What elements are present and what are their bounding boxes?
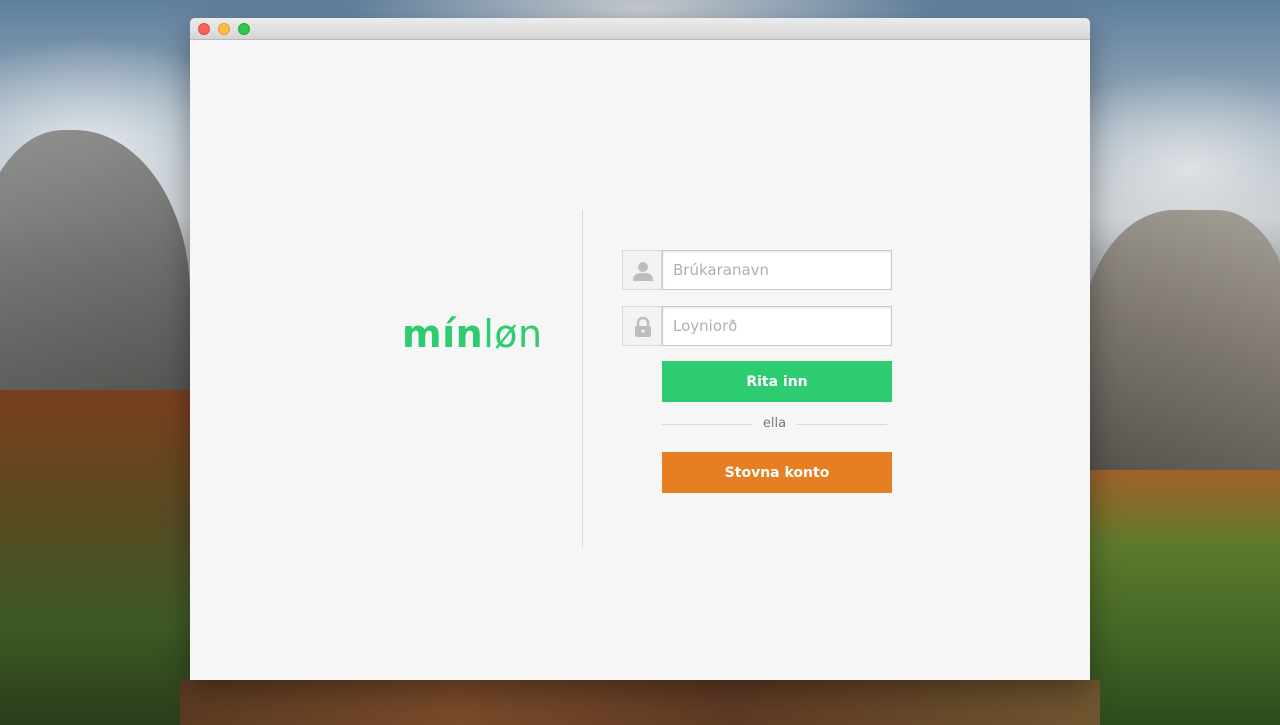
logo-light-part: løn <box>483 312 543 356</box>
username-input[interactable] <box>662 250 892 290</box>
vertical-divider <box>582 210 583 548</box>
separator-line-left <box>662 424 752 425</box>
window-zoom-button[interactable] <box>238 23 250 35</box>
create-account-button[interactable]: Stovna konto <box>662 452 892 493</box>
wallpaper-trees-bottom <box>180 680 1100 725</box>
window-titlebar[interactable] <box>190 18 1090 40</box>
wallpaper-trees-right <box>1080 470 1280 725</box>
wallpaper-rock-right <box>1080 210 1280 510</box>
or-separator: ella <box>662 413 887 437</box>
or-label: ella <box>762 416 787 431</box>
password-input[interactable] <box>662 306 892 346</box>
password-field <box>622 306 892 346</box>
user-icon <box>622 250 662 290</box>
app-window: mínløn Rita inn <box>190 18 1090 680</box>
sign-in-button[interactable]: Rita inn <box>662 361 892 402</box>
logo-bold-part: mín <box>402 312 484 356</box>
lock-icon <box>622 306 662 346</box>
username-field <box>622 250 892 290</box>
wallpaper-trees-left <box>0 390 200 725</box>
wallpaper-rock-left <box>0 130 190 430</box>
window-close-button[interactable] <box>198 23 210 35</box>
login-page: mínløn Rita inn <box>190 40 1090 680</box>
window-minimize-button[interactable] <box>218 23 230 35</box>
app-logo: mínløn <box>402 315 543 353</box>
separator-line-right <box>797 424 887 425</box>
